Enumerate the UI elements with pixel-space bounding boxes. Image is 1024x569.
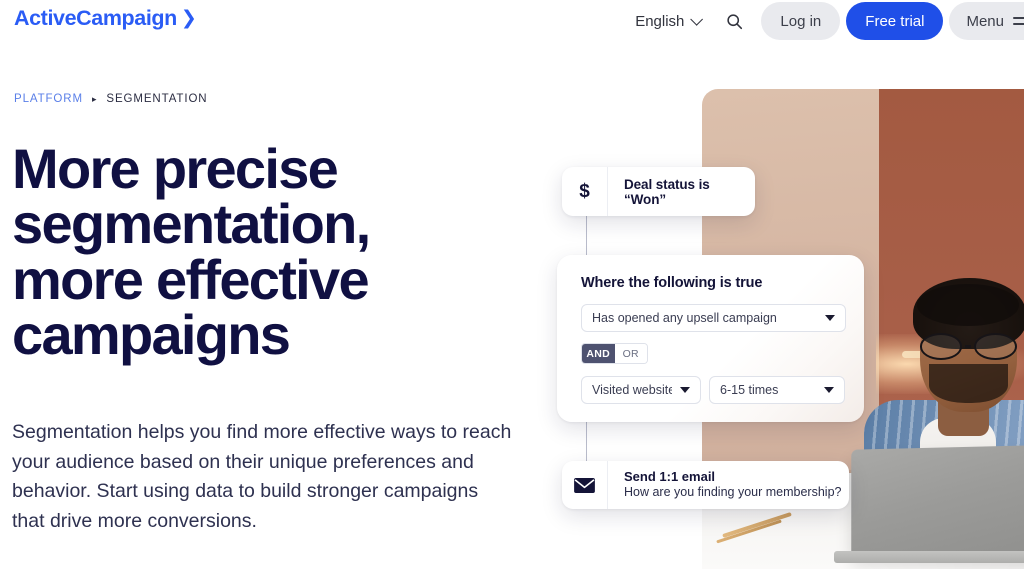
page-title: More precise segmentation, more effectiv… <box>12 137 371 367</box>
logic-toggle-and[interactable]: AND <box>582 344 615 363</box>
chevron-down-icon <box>824 387 834 393</box>
segment-rules-card: Where the following is true Has opened a… <box>557 255 864 422</box>
breadcrumb-separator-icon: ▸ <box>91 93 98 104</box>
site-header: ActiveCampaign ❯ English Log in Free tri… <box>0 0 1024 42</box>
breadcrumb: PLATFORM ▸ SEGMENTATION <box>14 93 208 105</box>
person-glasses <box>919 333 1018 360</box>
rules-card-title: Where the following is true <box>581 275 763 291</box>
connector-line-top <box>586 216 588 257</box>
photo-laptop-base <box>834 551 1024 563</box>
logic-toggle-or[interactable]: OR <box>614 344 647 363</box>
page-root: ActiveCampaign ❯ English Log in Free tri… <box>0 0 1024 569</box>
breadcrumb-current: SEGMENTATION <box>106 93 208 105</box>
language-selector[interactable]: English <box>635 12 704 30</box>
login-button[interactable]: Log in <box>761 2 841 40</box>
send-email-title: Send 1:1 email <box>624 469 716 485</box>
frequency-select[interactable]: 6-15 times <box>709 376 845 404</box>
deal-status-label: Deal status is “Won” <box>624 176 710 207</box>
activecampaign-logo[interactable]: ActiveCampaign ❯ <box>14 6 197 31</box>
logic-toggle[interactable]: AND OR <box>581 343 648 364</box>
free-trial-button[interactable]: Free trial <box>846 2 944 40</box>
envelope-icon <box>562 461 608 509</box>
menu-label: Menu <box>966 12 1004 30</box>
header-nav-right: English Log in Free trial Menu <box>635 0 1024 42</box>
hero-description: Segmentation helps you find more effecti… <box>12 421 512 532</box>
chevron-down-icon <box>690 12 704 26</box>
person-hair-top <box>917 283 1020 326</box>
logo-chevron-icon: ❯ <box>180 8 197 29</box>
dollar-icon: $ <box>562 167 608 216</box>
menu-button[interactable]: Menu <box>949 2 1024 40</box>
action-select-value: Visited website <box>592 383 672 397</box>
connector-line-bottom <box>586 421 588 461</box>
chevron-down-icon <box>680 387 690 393</box>
search-icon[interactable] <box>719 6 749 36</box>
hamburger-icon <box>1013 17 1024 25</box>
person-beard <box>928 364 1008 403</box>
send-email-body: Send 1:1 email How are you finding your … <box>608 461 849 509</box>
chevron-down-icon <box>825 315 835 321</box>
condition-select-value: Has opened any upsell campaign <box>592 311 777 325</box>
deal-status-card[interactable]: $ Deal status is “Won” <box>562 167 755 216</box>
frequency-select-value: 6-15 times <box>720 383 779 397</box>
condition-select[interactable]: Has opened any upsell campaign <box>581 304 846 332</box>
rules-second-row: Visited website 6-15 times <box>581 376 846 404</box>
send-email-subtitle: How are you finding your membership? <box>624 485 842 500</box>
glasses-lens-right <box>974 333 1018 360</box>
glasses-lens-left <box>919 333 963 360</box>
language-label: English <box>635 12 685 30</box>
action-select[interactable]: Visited website <box>581 376 701 404</box>
send-email-card[interactable]: Send 1:1 email How are you finding your … <box>562 461 849 509</box>
glasses-bridge <box>965 345 972 348</box>
breadcrumb-platform-link[interactable]: PLATFORM <box>14 93 83 105</box>
photo-laptop <box>850 443 1024 561</box>
logo-wordmark: ActiveCampaign <box>14 6 177 30</box>
